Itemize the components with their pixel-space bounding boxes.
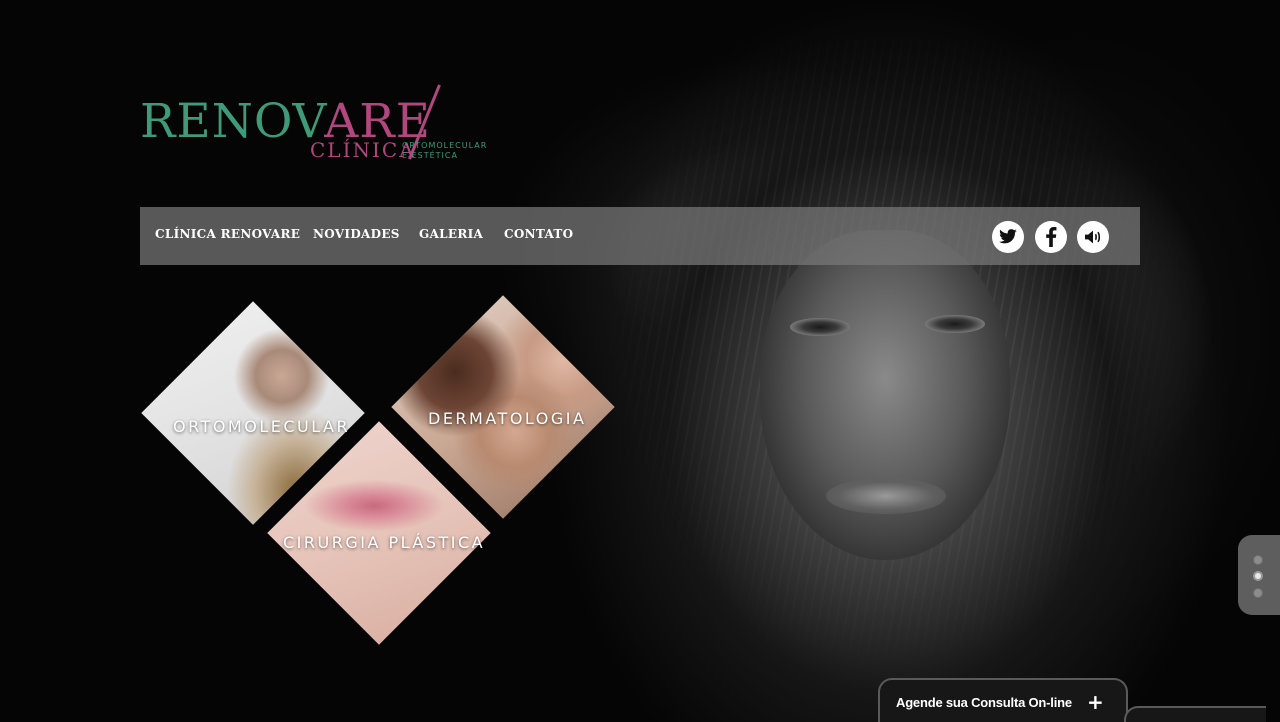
clinic-logo[interactable]: RENOVARE CLÍNICA ORTOMOLECULAR E ESTÉTIC…: [140, 82, 500, 168]
hero-photo-eye: [925, 315, 985, 333]
sound-button[interactable]: [1077, 221, 1109, 253]
online-appointment-tab[interactable]: Agende sua Consulta On-line +: [878, 678, 1266, 722]
logo-subtitle: ORTOMOLECULAR E ESTÉTICA: [402, 141, 488, 160]
appointment-label: Agende sua Consulta On-line: [896, 695, 1072, 710]
slider-dot[interactable]: [1253, 555, 1263, 565]
facebook-button[interactable]: [1035, 221, 1067, 253]
plus-icon: +: [1087, 690, 1104, 714]
nav-item-galeria[interactable]: GALERIA: [419, 227, 483, 241]
hero-background: RENOVARE CLÍNICA ORTOMOLECULAR E ESTÉTIC…: [0, 0, 1280, 722]
twitter-icon: [999, 229, 1017, 244]
dermatologia-label[interactable]: DERMATOLOGIA: [428, 409, 586, 428]
main-navbar: CLÍNICA RENOVARE NOVIDADES GALERIA CONTA…: [140, 207, 1140, 265]
hero-photo-eye: [790, 318, 850, 336]
sound-icon: [1085, 230, 1101, 244]
slider-pagination: [1238, 535, 1280, 615]
facebook-icon: [1046, 227, 1057, 247]
nav-item-contato[interactable]: CONTATO: [504, 227, 573, 241]
cirurgia-plastica-label[interactable]: CIRURGIA PLÁSTICA: [283, 533, 485, 552]
nav-item-clinica-renovare[interactable]: CLÍNICA RENOVARE: [155, 227, 300, 241]
nav-item-novidades[interactable]: NOVIDADES: [313, 227, 400, 241]
slider-dot[interactable]: [1253, 588, 1263, 598]
slider-dot-active[interactable]: [1253, 571, 1263, 581]
logo-clinica: CLÍNICA: [310, 138, 416, 162]
ortomolecular-label[interactable]: ORTOMOLECULAR: [173, 417, 350, 436]
twitter-button[interactable]: [992, 221, 1024, 253]
hero-photo-lips: [826, 478, 946, 514]
